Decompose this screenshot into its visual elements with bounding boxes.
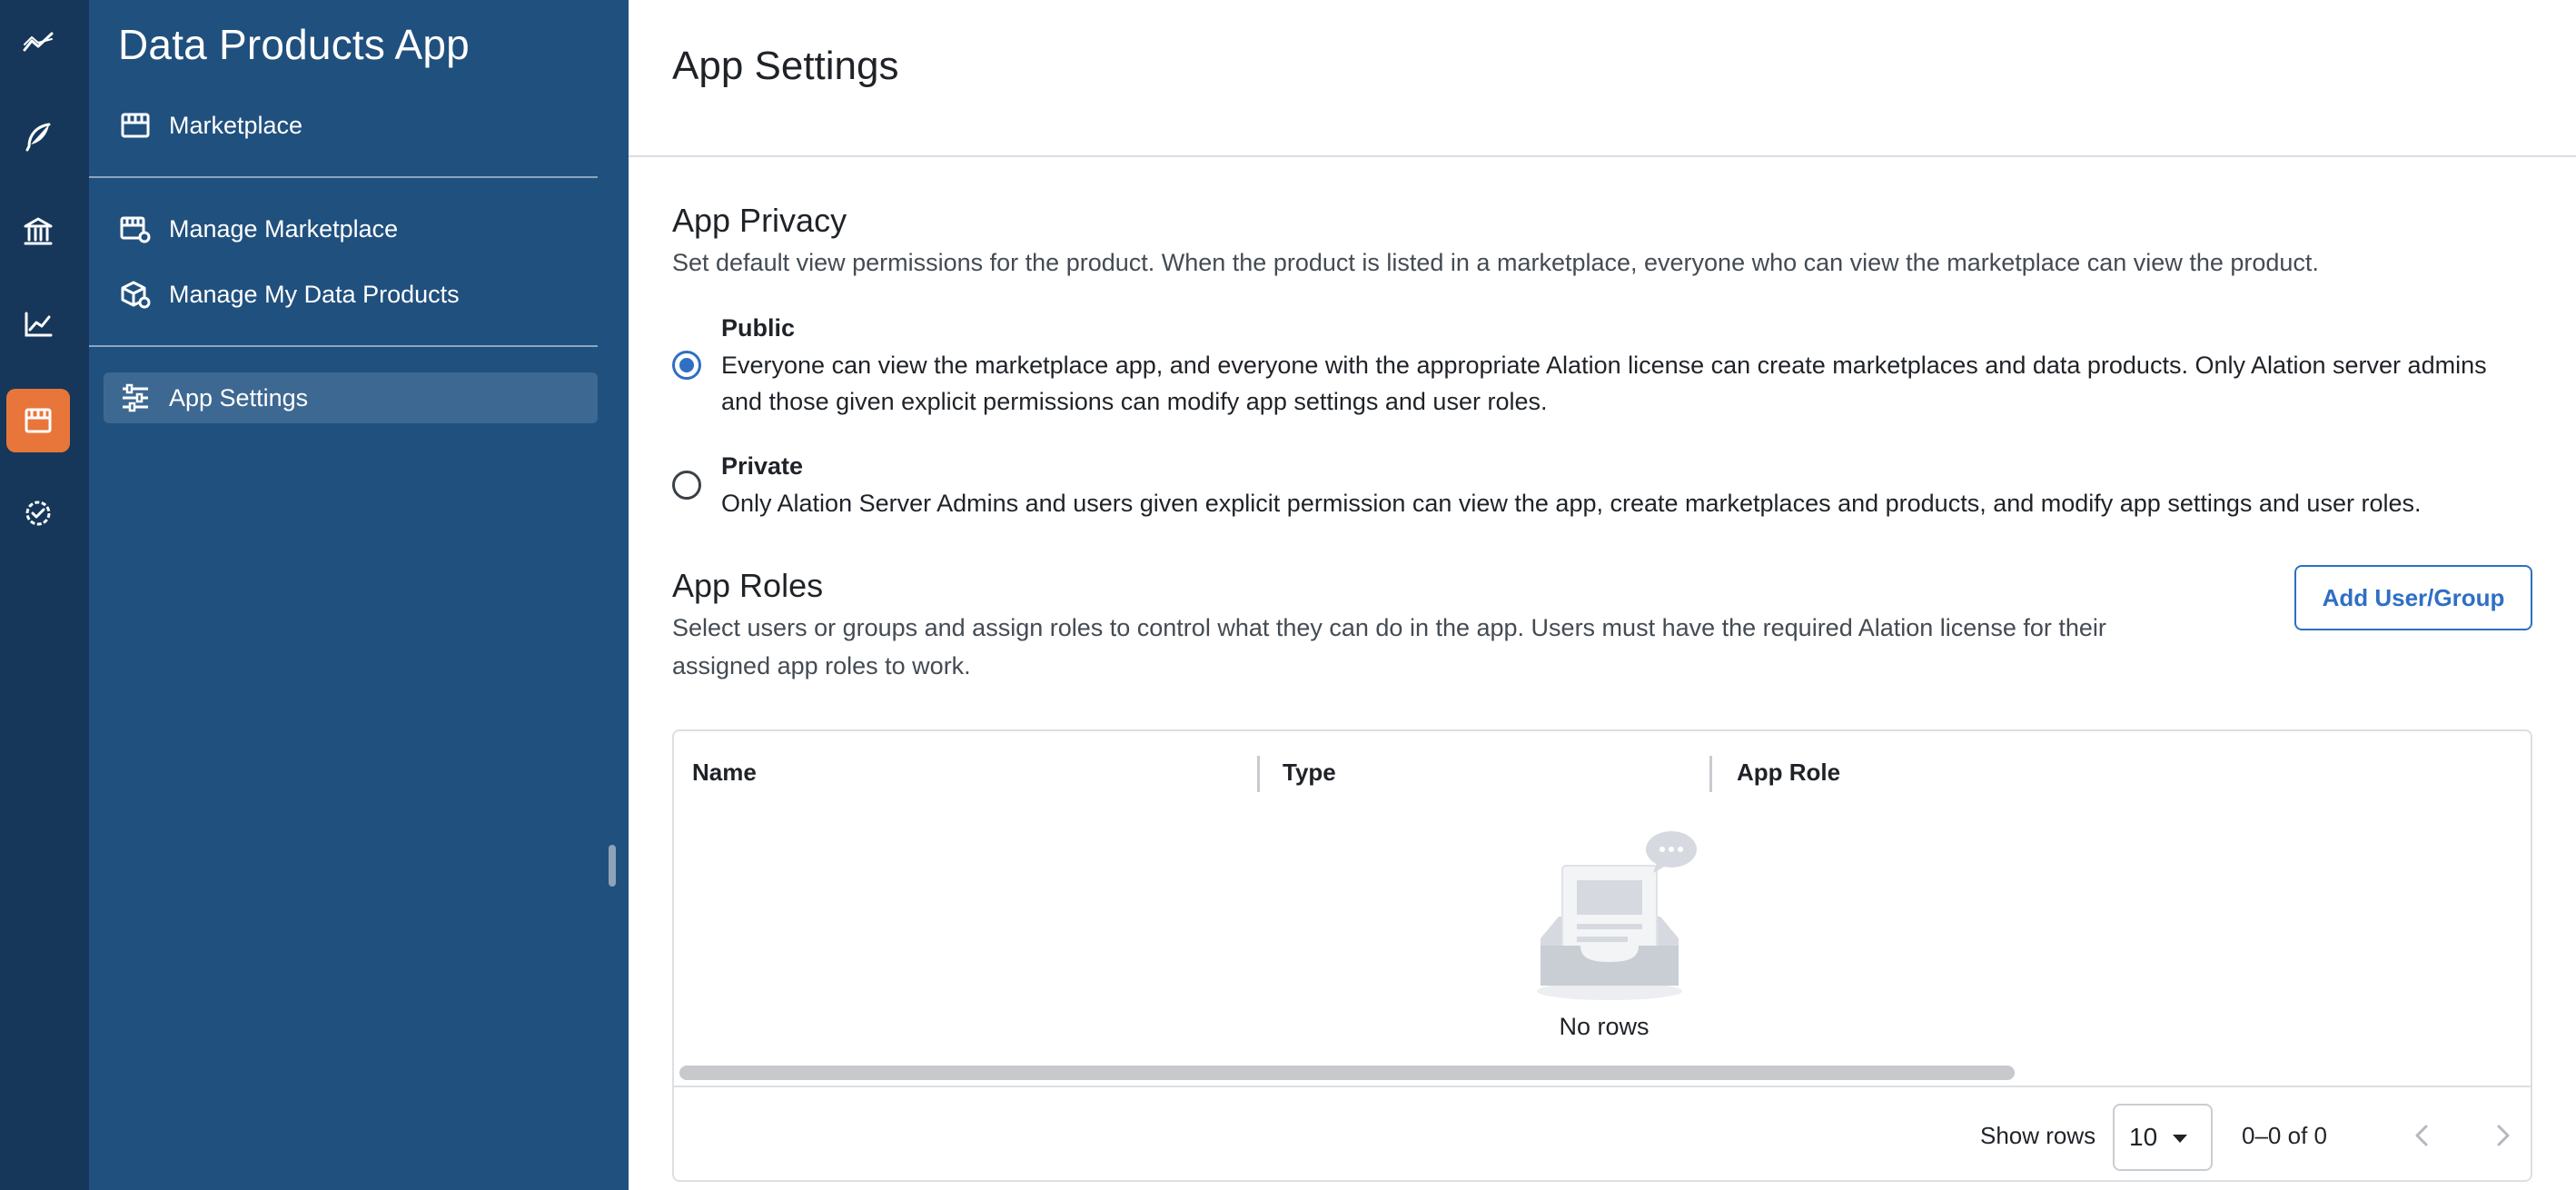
- public-radio-description: Everyone can view the marketplace app, a…: [721, 347, 2538, 420]
- bank-icon: [24, 217, 53, 245]
- nav-item-app-settings[interactable]: App Settings: [104, 372, 598, 423]
- nav-item-label: Manage Marketplace: [169, 214, 399, 243]
- box-settings-icon: [118, 277, 153, 312]
- page-title: App Settings: [672, 44, 899, 88]
- column-header-name[interactable]: Name: [692, 731, 757, 813]
- empty-inbox-icon: [1537, 831, 1697, 1000]
- caret-down-icon: [2173, 1135, 2187, 1143]
- app-roles-table: Name Type App Role No rows Show rows 10 …: [672, 729, 2532, 1182]
- nav-item-manage-marketplace[interactable]: Manage Marketplace: [104, 203, 598, 254]
- sliders-icon: [118, 381, 153, 415]
- nav-item-marketplace[interactable]: Marketplace: [104, 100, 598, 151]
- app-title: Data Products App: [118, 21, 470, 68]
- nav-divider: [89, 345, 598, 347]
- page-header: App Settings: [629, 0, 2576, 157]
- next-page-button[interactable]: [2480, 1113, 2525, 1158]
- nav-item-label: Marketplace: [169, 111, 303, 139]
- nav-item-label: App Settings: [169, 383, 309, 412]
- nav-item-manage-my-data-products[interactable]: Manage My Data Products: [104, 269, 598, 320]
- verified-gear-icon: [25, 501, 51, 526]
- roles-section-description: Select users or groups and assign roles …: [672, 609, 2106, 685]
- compose-rail-button[interactable]: [6, 105, 70, 169]
- storefront-icon: [25, 408, 52, 433]
- column-separator[interactable]: [1257, 756, 1260, 792]
- rows-per-page-value: 10: [2129, 1123, 2158, 1151]
- column-header-type[interactable]: Type: [1283, 731, 1336, 813]
- privacy-section-description: Set default view permissions for the pro…: [672, 249, 2319, 276]
- privacy-section-title: App Privacy: [672, 202, 847, 239]
- reports-rail-button[interactable]: [6, 293, 70, 356]
- empty-state-text: No rows: [1559, 1013, 1650, 1040]
- pagination-range: 0–0 of 0: [2242, 1122, 2327, 1149]
- public-radio-label[interactable]: Public: [721, 314, 795, 342]
- nav-divider: [89, 176, 598, 178]
- chart-line-icon: [25, 312, 53, 337]
- roles-section-title: App Roles: [672, 567, 824, 604]
- governance-rail-button[interactable]: [6, 481, 70, 545]
- icon-rail: [0, 0, 89, 1190]
- public-radio[interactable]: [672, 351, 701, 380]
- show-rows-label: Show rows: [1980, 1122, 2096, 1149]
- public-description-line: Everyone can view the marketplace app, a…: [721, 352, 2487, 379]
- chevron-right-icon: [2497, 1125, 2510, 1146]
- roles-description-line: assigned app roles to work.: [672, 652, 971, 679]
- nav-item-label: Manage My Data Products: [169, 280, 460, 308]
- horizontal-scrollbar[interactable]: [679, 1066, 2015, 1080]
- rows-per-page-select[interactable]: 10: [2113, 1104, 2213, 1171]
- analytics-rail-button[interactable]: [6, 11, 70, 74]
- analytics-icon: [23, 32, 54, 52]
- column-separator[interactable]: [1709, 756, 1712, 792]
- column-header-app-role[interactable]: App Role: [1737, 731, 1840, 813]
- add-user-group-button[interactable]: Add User/Group: [2294, 565, 2532, 630]
- table-footer: Show rows 10 0–0 of 0: [674, 1086, 2531, 1180]
- catalog-rail-button[interactable]: [6, 200, 70, 263]
- storefront-icon: [118, 108, 153, 143]
- panel-resize-handle[interactable]: [609, 845, 616, 887]
- private-radio-description: Only Alation Server Admins and users giv…: [721, 485, 2538, 521]
- data-products-rail-button[interactable]: [6, 389, 70, 452]
- private-radio-label[interactable]: Private: [721, 452, 803, 481]
- public-description-line: and those given explicit permissions can…: [721, 388, 1548, 415]
- side-nav: Data Products App Marketplace Manage Mar…: [89, 0, 629, 1190]
- feather-icon: [25, 123, 51, 152]
- main-content: App Settings App Privacy Set default vie…: [629, 0, 2576, 1190]
- private-radio[interactable]: [672, 471, 701, 500]
- roles-description-line: Select users or groups and assign roles …: [672, 614, 2106, 641]
- store-settings-icon: [118, 212, 153, 246]
- private-description-line: Only Alation Server Admins and users giv…: [721, 490, 2422, 517]
- previous-page-button[interactable]: [2400, 1113, 2445, 1158]
- chevron-left-icon: [2415, 1125, 2428, 1146]
